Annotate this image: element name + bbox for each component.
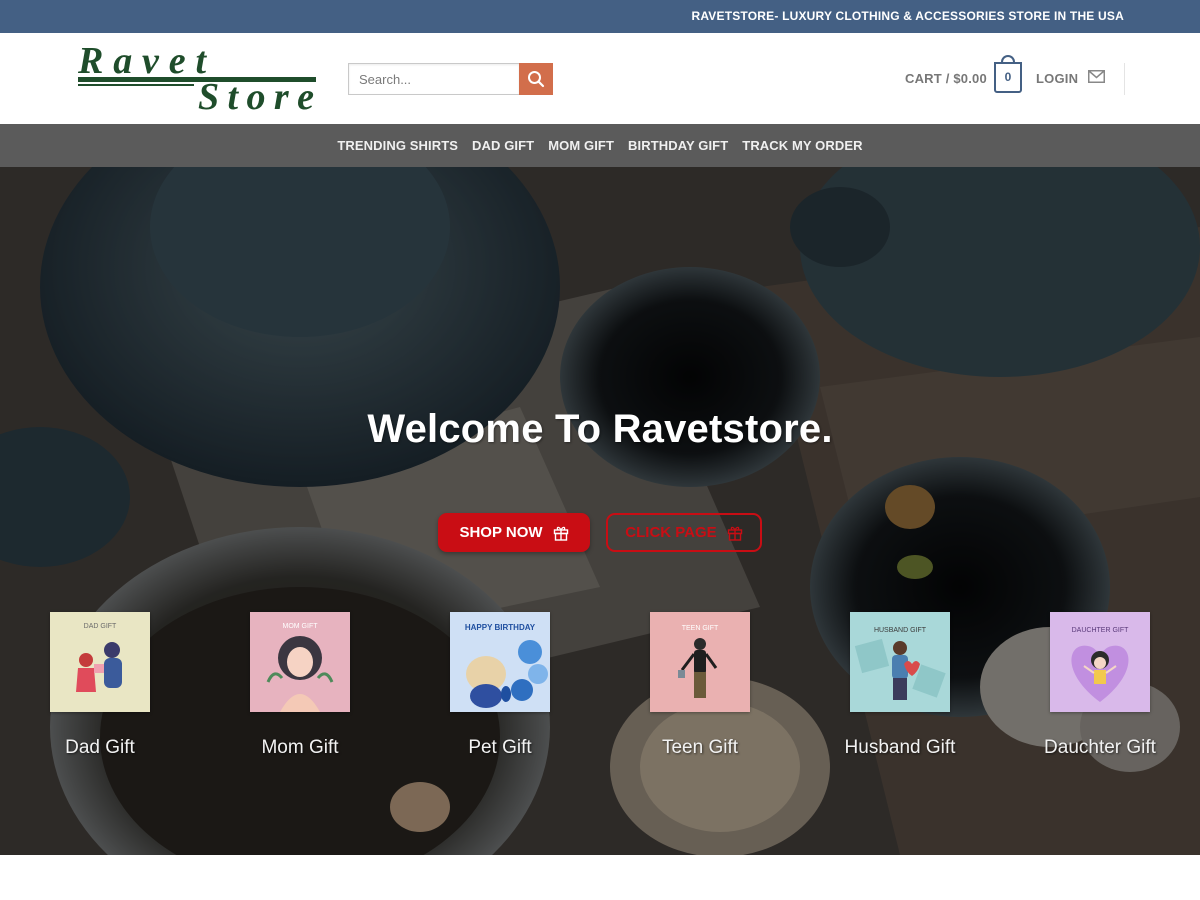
category-husband-gift[interactable]: HUSBAND GIFT Husband Gift	[820, 612, 980, 764]
page-below-hero	[0, 855, 1200, 900]
hero-banner: Welcome To Ravetstore. SHOP NOW CLICK PA…	[0, 167, 1200, 855]
cart-count-badge[interactable]: 0	[994, 62, 1022, 93]
gift-icon	[553, 526, 568, 541]
category-label: Dad Gift	[65, 737, 135, 758]
thumb-caption: DAD GIFT	[84, 623, 117, 630]
click-page-label: CLICK PAGE	[625, 524, 717, 541]
nav-item-track-my-order[interactable]: TRACK MY ORDER	[742, 138, 862, 153]
category-pet-gift[interactable]: HAPPY BIRTHDAY Pet Gift	[420, 612, 580, 764]
login-link[interactable]: LOGIN	[1036, 71, 1078, 86]
shop-now-button[interactable]: SHOP NOW	[438, 513, 590, 552]
shop-now-label: SHOP NOW	[459, 524, 543, 541]
category-label: Pet Gift	[468, 737, 532, 758]
logo-underline-thin	[78, 84, 194, 86]
category-label: Husband Gift	[844, 737, 956, 758]
category-teen-gift[interactable]: TEEN GIFT Teen Gift	[620, 612, 780, 764]
nav-item-trending-shirts[interactable]: TRENDING SHIRTS	[337, 138, 458, 153]
gift-icon	[727, 526, 742, 541]
category-label: Dauchter Gift	[1044, 737, 1156, 758]
top-announcement-bar: RAVETSTORE- LUXURY CLOTHING & ACCESSORIE…	[0, 0, 1200, 33]
teen-gift-image: TEEN GIFT	[650, 612, 750, 712]
category-mom-gift[interactable]: MOM GIFT Mom Gift	[220, 612, 380, 764]
daughter-gift-image: DAUCHTER GIFT	[1050, 612, 1150, 712]
nav-item-birthday-gift[interactable]: BIRTHDAY GIFT	[628, 138, 728, 153]
nav-item-dad-gift[interactable]: DAD GIFT	[472, 138, 534, 153]
announcement-text: RAVETSTORE- LUXURY CLOTHING & ACCESSORIE…	[691, 9, 1124, 23]
husband-gift-image: HUSBAND GIFT	[850, 612, 950, 712]
logo-underline	[78, 77, 316, 82]
pet-gift-image: HAPPY BIRTHDAY	[450, 612, 550, 712]
thumb-caption: TEEN GIFT	[682, 625, 719, 632]
category-daughter-gift[interactable]: DAUCHTER GIFT Dauchter Gift	[1020, 612, 1180, 764]
mail-icon[interactable]	[1088, 70, 1105, 83]
category-label: Teen Gift	[661, 737, 739, 758]
dad-gift-image: DAD GIFT	[50, 612, 150, 712]
search-icon	[528, 71, 545, 88]
category-label: Mom Gift	[261, 737, 339, 758]
site-logo[interactable]: Ravet Store	[76, 41, 318, 113]
thumb-caption: DAUCHTER GIFT	[1072, 627, 1130, 634]
main-navigation: TRENDING SHIRTS DAD GIFT MOM GIFT BIRTHD…	[0, 124, 1200, 167]
category-dad-gift[interactable]: DAD GIFT Dad Gift	[20, 612, 180, 764]
hero-title: Welcome To Ravetstore.	[367, 407, 833, 451]
nav-item-mom-gift[interactable]: MOM GIFT	[548, 138, 614, 153]
thumb-caption: MOM GIFT	[283, 623, 319, 630]
click-page-button[interactable]: CLICK PAGE	[606, 513, 762, 552]
thumb-caption: HAPPY BIRTHDAY	[465, 623, 536, 632]
mom-gift-image: MOM GIFT	[250, 612, 350, 712]
logo-word-ravet: Ravet	[77, 41, 207, 82]
cart-link[interactable]: CART / $0.00	[905, 71, 987, 86]
search-input[interactable]	[348, 63, 520, 95]
header-divider	[1124, 63, 1125, 95]
search-button[interactable]	[519, 63, 553, 95]
thumb-caption: HUSBAND GIFT	[874, 627, 927, 634]
site-header: Ravet Store CART / $0.00 0 LOGIN	[0, 33, 1200, 124]
